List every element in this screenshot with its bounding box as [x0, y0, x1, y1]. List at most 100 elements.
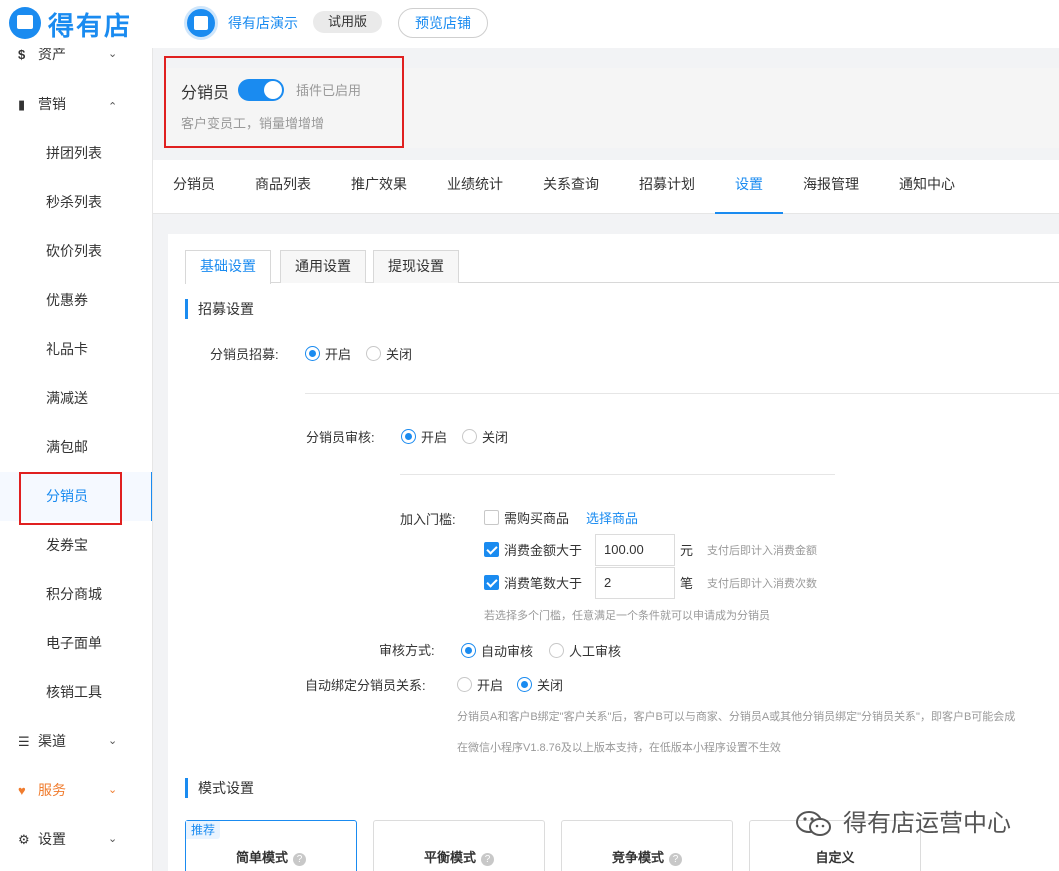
version-hint: 在微信小程序V1.8.76及以上版本支持，在低版本小程序设置不生效	[457, 739, 781, 755]
sidebar-item-groupbuy[interactable]: 拼团列表	[0, 129, 153, 178]
sidebar-item-discount[interactable]: 满减送	[0, 374, 153, 423]
recruit-off-radio[interactable]	[366, 346, 381, 361]
mode-card-label: 平衡模式	[424, 850, 476, 865]
tab-products[interactable]: 商品列表	[255, 160, 311, 214]
sidebar-item-couponbot[interactable]: 发券宝	[0, 521, 153, 570]
auto-bind-off-radio[interactable]	[517, 677, 532, 692]
heart-icon: ♥	[18, 766, 26, 815]
tab-settings[interactable]: 设置	[715, 160, 783, 214]
chevron-down-icon: ⌄	[108, 717, 117, 766]
mode-card-competitive[interactable]: 竞争模式?	[561, 820, 733, 871]
count-input[interactable]: 2	[595, 567, 675, 599]
sidebar-group-marketing[interactable]: ▮ 营销 ⌃	[0, 80, 153, 129]
review-mode-label: 审核方式:	[379, 640, 435, 659]
highlight-box-plugin	[164, 56, 404, 148]
section-mode-title: 模式设置	[185, 778, 254, 798]
sidebar-group-channel[interactable]: ☰ 渠道 ⌄	[0, 717, 153, 766]
wechat-icon	[795, 810, 833, 838]
tab-promotion[interactable]: 推广效果	[351, 160, 407, 214]
review-on-radio[interactable]	[401, 429, 416, 444]
mode-card-title: 简单模式?	[186, 847, 356, 866]
sidebar-group-service[interactable]: ♥ 服务 ⌄	[0, 766, 153, 815]
sidebar-group-label: 资产	[38, 48, 66, 79]
sidebar-group-label: 设置	[38, 815, 66, 864]
count-unit: 笔	[680, 573, 693, 592]
sidebar-group-assets[interactable]: $ 资产 ⌄	[0, 48, 153, 79]
help-icon[interactable]: ?	[481, 853, 494, 866]
count-checkbox[interactable]	[484, 575, 499, 590]
highlight-box-sidebar	[19, 472, 122, 525]
sidebar-item-ewaybill[interactable]: 电子面单	[0, 619, 153, 668]
review-on-label[interactable]: 开启	[421, 427, 447, 446]
tab-performance[interactable]: 业绩统计	[447, 160, 503, 214]
help-icon[interactable]: ?	[293, 853, 306, 866]
tab-relations[interactable]: 关系查询	[543, 160, 599, 214]
recruit-on-label[interactable]: 开启	[325, 344, 351, 363]
multi-threshold-hint: 若选择多个门槛，任意满足一个条件就可以申请成为分销员	[484, 607, 770, 623]
count-label[interactable]: 消费笔数大于	[504, 573, 582, 592]
brand-logo-icon[interactable]	[9, 7, 41, 39]
tab-recruit-plan[interactable]: 招募计划	[639, 160, 695, 214]
amount-label[interactable]: 消费金额大于	[504, 540, 582, 559]
mode-card-simple[interactable]: 推荐 简单模式?	[185, 820, 357, 871]
buy-goods-label[interactable]: 需购买商品	[504, 508, 569, 527]
divider	[305, 393, 1059, 394]
preview-store-button[interactable]: 预览店铺	[398, 8, 488, 38]
auto-review-radio[interactable]	[461, 643, 476, 658]
review-off-radio[interactable]	[462, 429, 477, 444]
subtab-withdraw[interactable]: 提现设置	[373, 250, 459, 283]
sidebar: $ 资产 ⌄ ▮ 营销 ⌃ 拼团列表 秒杀列表 砍价列表 优惠券 礼品卡 满减送…	[0, 48, 153, 871]
mode-card-title: 自定义	[750, 847, 920, 866]
sidebar-item-verifytool[interactable]: 核销工具	[0, 668, 153, 717]
help-icon[interactable]: ?	[669, 853, 682, 866]
mode-card-label: 自定义	[815, 850, 854, 865]
sidebar-item-giftcard[interactable]: 礼品卡	[0, 325, 153, 374]
amount-hint: 支付后即计入消费金额	[707, 542, 817, 558]
sidebar-group-label: 渠道	[38, 717, 66, 766]
auto-review-label[interactable]: 自动审核	[481, 641, 533, 660]
auto-bind-off-label[interactable]: 关闭	[537, 675, 563, 694]
divider	[400, 474, 835, 475]
store-avatar-icon[interactable]	[184, 6, 218, 40]
tab-posters[interactable]: 海报管理	[803, 160, 859, 214]
recruit-on-radio[interactable]	[305, 346, 320, 361]
mode-card-title: 竞争模式?	[562, 847, 732, 866]
select-goods-link[interactable]: 选择商品	[586, 508, 638, 527]
section-recruit-title: 招募设置	[185, 299, 254, 319]
main-tab-bar: 分销员 商品列表 推广效果 业绩统计 关系查询 招募计划 设置 海报管理 通知中…	[153, 160, 1059, 214]
manual-review-radio[interactable]	[549, 643, 564, 658]
recruit-label: 分销员招募:	[210, 344, 279, 363]
store-name[interactable]: 得有店演示	[228, 13, 298, 33]
auto-bind-on-radio[interactable]	[457, 677, 472, 692]
subtab-basic[interactable]: 基础设置	[185, 250, 271, 284]
review-off-label[interactable]: 关闭	[482, 427, 508, 446]
amount-checkbox[interactable]	[484, 542, 499, 557]
top-bar: 得有店 得有店演示 试用版 预览店铺	[0, 0, 1059, 48]
sidebar-item-pointsmall[interactable]: 积分商城	[0, 570, 153, 619]
mode-card-label: 竞争模式	[612, 850, 664, 865]
sidebar-group-label: 服务	[38, 766, 66, 815]
bar-chart-icon: ▮	[18, 80, 25, 129]
sidebar-item-freeshipping[interactable]: 满包邮	[0, 423, 153, 472]
amount-input[interactable]: 100.00	[595, 534, 675, 566]
tab-distributor[interactable]: 分销员	[173, 160, 215, 214]
manual-review-label[interactable]: 人工审核	[569, 641, 621, 660]
sidebar-item-flashsale[interactable]: 秒杀列表	[0, 178, 153, 227]
watermark-text: 得有店运营中心	[843, 806, 1011, 842]
sidebar-item-coupon[interactable]: 优惠券	[0, 276, 153, 325]
mode-card-balanced[interactable]: 平衡模式?	[373, 820, 545, 871]
auto-bind-on-label[interactable]: 开启	[477, 675, 503, 694]
dollar-icon: $	[18, 48, 25, 79]
sidebar-group-settings[interactable]: ⚙ 设置 ⌄	[0, 815, 153, 864]
buy-goods-checkbox[interactable]	[484, 510, 499, 525]
sidebar-item-bargain[interactable]: 砍价列表	[0, 227, 153, 276]
tab-notifications[interactable]: 通知中心	[899, 160, 955, 214]
chevron-down-icon: ⌄	[108, 48, 117, 79]
threshold-label: 加入门槛:	[400, 509, 456, 528]
bind-hint: 分销员A和客户B绑定"客户关系"后，客户B可以与商家、分销员A或其他分销员绑定"…	[457, 708, 1059, 724]
recruit-off-label[interactable]: 关闭	[386, 344, 412, 363]
subtab-general[interactable]: 通用设置	[280, 250, 366, 283]
trial-badge: 试用版	[313, 11, 382, 33]
brand-name[interactable]: 得有店	[48, 6, 132, 43]
amount-unit: 元	[680, 540, 693, 559]
